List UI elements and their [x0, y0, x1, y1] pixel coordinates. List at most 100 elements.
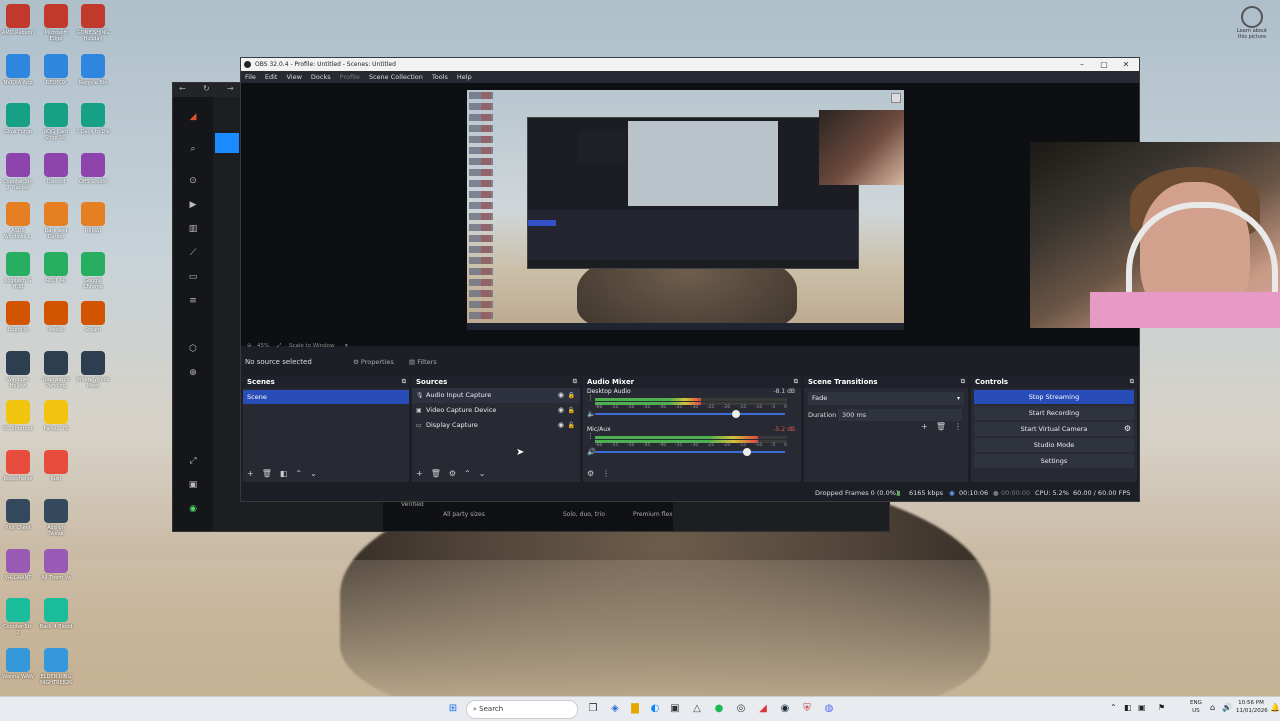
- source-item-video-capture[interactable]: ▣ Video Capture Device ◉ 🔓: [412, 403, 580, 418]
- preview-area[interactable]: [241, 83, 1139, 346]
- desktop-icon[interactable]: ELDEN RING NIGHTREIGN: [39, 647, 73, 686]
- language-indicator[interactable]: ENG US: [1190, 699, 1202, 715]
- start-recording-button[interactable]: Start Recording: [974, 406, 1134, 420]
- source-properties-icon[interactable]: ⚙: [449, 469, 456, 478]
- desktop-icon[interactable]: Where Winds Meet: [76, 350, 110, 389]
- scale-mode[interactable]: Scale to Window: [289, 341, 335, 351]
- status-icon[interactable]: ◉: [187, 503, 199, 515]
- desktop-icon[interactable]: Counter-Str. 2: [1, 598, 35, 636]
- list-icon[interactable]: ≡: [187, 295, 199, 307]
- desktop-icon[interactable]: AMD Radeon: [1, 4, 35, 36]
- properties-button[interactable]: ⚙ Properties: [353, 356, 394, 368]
- filters-button[interactable]: ▤ Filters: [409, 356, 437, 368]
- menu-help[interactable]: Help: [457, 71, 472, 83]
- task-view-icon[interactable]: ❐: [586, 702, 600, 716]
- maximize-icon[interactable]: ▢: [1093, 58, 1115, 71]
- add-source-icon[interactable]: +: [416, 469, 423, 478]
- desktop-icon[interactable]: Dark and Darker: [39, 202, 73, 240]
- desktop-icon[interactable]: ROG Card Shop Si..: [39, 103, 73, 141]
- play-icon[interactable]: ▶: [187, 199, 199, 211]
- bag-icon[interactable]: ▣: [187, 479, 199, 491]
- menu-file[interactable]: File: [245, 71, 256, 83]
- menu-scene-collection[interactable]: Scene Collection: [369, 71, 423, 83]
- desktop-icon[interactable]: Windows Hollow: [1, 350, 35, 389]
- stats-icon[interactable]: ▥: [187, 223, 199, 235]
- copilot-icon[interactable]: ◈: [608, 702, 622, 716]
- desktop-icon[interactable]: All Them Vs: [39, 548, 73, 581]
- tray-app-icon[interactable]: ◧: [1124, 704, 1132, 712]
- desktop-icon[interactable]: NVIDIA App: [1, 53, 35, 86]
- dock-popout-icon[interactable]: ⧉: [961, 376, 965, 388]
- add-icon[interactable]: ⊕: [187, 367, 199, 379]
- desktop-icon[interactable]: Bopfolio: [1, 301, 35, 333]
- advanced-audio-icon[interactable]: ⚙: [587, 469, 594, 478]
- desktop-icon[interactable]: Logitech G HUB: [1, 251, 35, 290]
- desktop-icon[interactable]: R6RWI: [76, 202, 110, 234]
- zoom-level[interactable]: 45%: [257, 341, 269, 351]
- add-transition-icon[interactable]: +: [921, 422, 928, 431]
- menu-profile[interactable]: Profile: [340, 71, 360, 83]
- obs-taskbar-icon[interactable]: ◎: [734, 702, 748, 716]
- tray-app-icon[interactable]: ⚑: [1158, 704, 1165, 712]
- move-down-icon[interactable]: ⌄: [310, 469, 317, 478]
- scene-item[interactable]: Scene: [243, 390, 409, 404]
- duration-input[interactable]: 300 ms: [838, 409, 962, 421]
- menu-docks[interactable]: Docks: [311, 71, 331, 83]
- desktop-icon[interactable]: Steam: [76, 301, 110, 333]
- visibility-eye-icon[interactable]: ◉: [558, 403, 564, 418]
- desktop-icon[interactable]: Add-on Tweak: [39, 499, 73, 537]
- studio-mode-button[interactable]: Studio Mode: [974, 438, 1134, 452]
- slider-knob[interactable]: [743, 448, 752, 456]
- desktop-icon[interactable]: RIOT AC: [39, 251, 73, 284]
- tray-app-icon[interactable]: ▣: [1138, 704, 1146, 712]
- app-taskbar-icon[interactable]: ◢: [756, 702, 770, 716]
- start-icon[interactable]: ⊞: [446, 702, 460, 716]
- desktop-icon[interactable]: Bookshelve: [1, 449, 35, 482]
- lock-icon[interactable]: 🔒: [568, 388, 575, 403]
- transition-menu-icon[interactable]: ⋮: [954, 422, 962, 431]
- store-icon[interactable]: ▣: [668, 702, 682, 716]
- preview-canvas[interactable]: [467, 90, 904, 330]
- menu-view[interactable]: View: [286, 71, 301, 83]
- forward-icon[interactable]: →: [227, 84, 234, 93]
- edge-icon[interactable]: ◐: [648, 702, 662, 716]
- graph-icon[interactable]: ⟋: [187, 247, 199, 259]
- obs-window[interactable]: OBS 32.0.4 - Profile: Untitled - Scenes:…: [240, 57, 1140, 502]
- refresh-icon[interactable]: ↻: [203, 84, 210, 93]
- desktop-icon[interactable]: VALORANT: [1, 548, 35, 581]
- card-premium-flex[interactable]: Premium flex: [633, 511, 673, 518]
- desktop-icon[interactable]: Wanna WAW: [1, 647, 35, 680]
- expand-icon[interactable]: ⤢: [187, 455, 199, 467]
- scene-filters-icon[interactable]: ◧: [280, 469, 288, 478]
- settings-button[interactable]: Settings: [974, 454, 1134, 468]
- menu-tools[interactable]: Tools: [432, 71, 448, 83]
- dock-popout-icon[interactable]: ⧉: [402, 376, 406, 388]
- discord-icon[interactable]: ◍: [822, 702, 836, 716]
- spotify-icon[interactable]: ●: [712, 702, 726, 716]
- back-icon[interactable]: ←: [179, 84, 186, 93]
- menu-edit[interactable]: Edit: [265, 71, 278, 83]
- desktop-icon[interactable]: REDFOX: [39, 53, 73, 86]
- shield-icon[interactable]: ⛨: [800, 702, 814, 716]
- tray-chevron-icon[interactable]: ⌃: [1110, 704, 1117, 712]
- learn-about-picture-widget[interactable]: Learn about this picture: [1234, 6, 1270, 40]
- stop-streaming-button[interactable]: Stop Streaming: [974, 390, 1134, 404]
- remove-transition-icon[interactable]: 🗑: [936, 422, 946, 431]
- close-icon[interactable]: ✕: [1115, 58, 1137, 71]
- desktop-icon[interactable]: Rust: [39, 449, 73, 482]
- notifications-icon[interactable]: 🔔: [1270, 704, 1280, 712]
- app-icon[interactable]: △: [690, 702, 704, 716]
- gear-icon[interactable]: ⚙: [1124, 422, 1131, 436]
- network-icon[interactable]: ⌂: [1210, 704, 1215, 712]
- dock-popout-icon[interactable]: ⧉: [573, 376, 577, 388]
- mixer-menu-icon[interactable]: ⋮: [602, 469, 610, 478]
- start-virtual-camera-button[interactable]: Start Virtual Camera ⚙: [974, 422, 1134, 436]
- desktop-icon[interactable]: Glow Forge: [1, 103, 35, 135]
- channel-menu-icon[interactable]: ⋮: [587, 394, 594, 402]
- desktop-icon[interactable]: Microsoft Edge: [39, 4, 73, 42]
- slider-knob[interactable]: [731, 410, 740, 418]
- dock-popout-icon[interactable]: ⧉: [1130, 376, 1134, 388]
- visibility-eye-icon[interactable]: ◉: [558, 418, 564, 433]
- volume-slider[interactable]: [595, 410, 785, 418]
- desktop-icon[interactable]: GONE SHING Holiday: [76, 4, 110, 42]
